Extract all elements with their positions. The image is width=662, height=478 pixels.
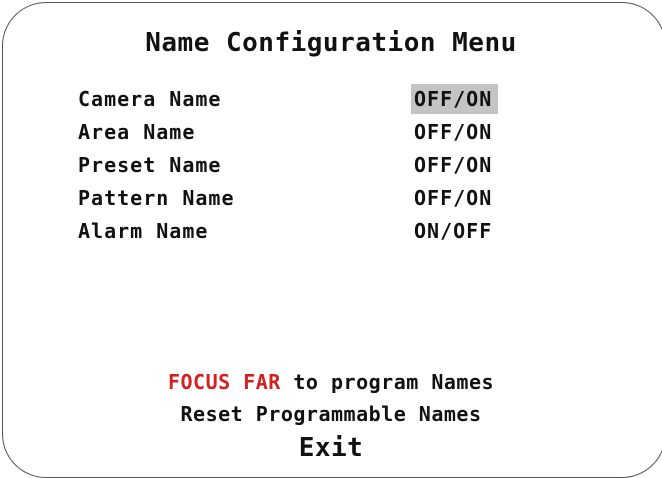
focus-far-key-label: FOCUS FAR (167, 370, 281, 394)
menu-item-toggle-value[interactable]: OFF/ON (411, 150, 498, 180)
menu-item-alarm-name[interactable]: Alarm Name ON/OFF (78, 216, 538, 249)
reset-programmable-names-option[interactable]: Reset Programmable Names (0, 402, 662, 426)
menu-item-area-name[interactable]: Area Name OFF/ON (78, 117, 538, 150)
menu-item-label: Area Name (78, 120, 196, 144)
menu-item-toggle-value[interactable]: ON/OFF (411, 216, 498, 246)
focus-far-instruction[interactable]: FOCUS FAR to program Names (0, 370, 662, 394)
menu-item-label: Preset Name (78, 153, 222, 177)
menu-item-pattern-name[interactable]: Pattern Name OFF/ON (78, 183, 538, 216)
exit-option[interactable]: Exit (0, 433, 662, 463)
menu-item-camera-name[interactable]: Camera Name OFF/ON (78, 84, 538, 117)
menu-item-label: Camera Name (78, 87, 222, 111)
menu-item-toggle-value[interactable]: OFF/ON (411, 183, 498, 213)
menu-title: Name Configuration Menu (145, 28, 517, 58)
menu-item-label: Pattern Name (78, 186, 235, 210)
focus-far-instruction-text: to program Names (280, 370, 495, 394)
name-config-menu: Camera Name OFF/ON Area Name OFF/ON Pres… (78, 84, 538, 249)
menu-item-toggle-value[interactable]: OFF/ON (411, 117, 498, 147)
menu-item-preset-name[interactable]: Preset Name OFF/ON (78, 150, 538, 183)
menu-item-label: Alarm Name (78, 219, 209, 243)
menu-item-toggle-value[interactable]: OFF/ON (411, 84, 499, 114)
